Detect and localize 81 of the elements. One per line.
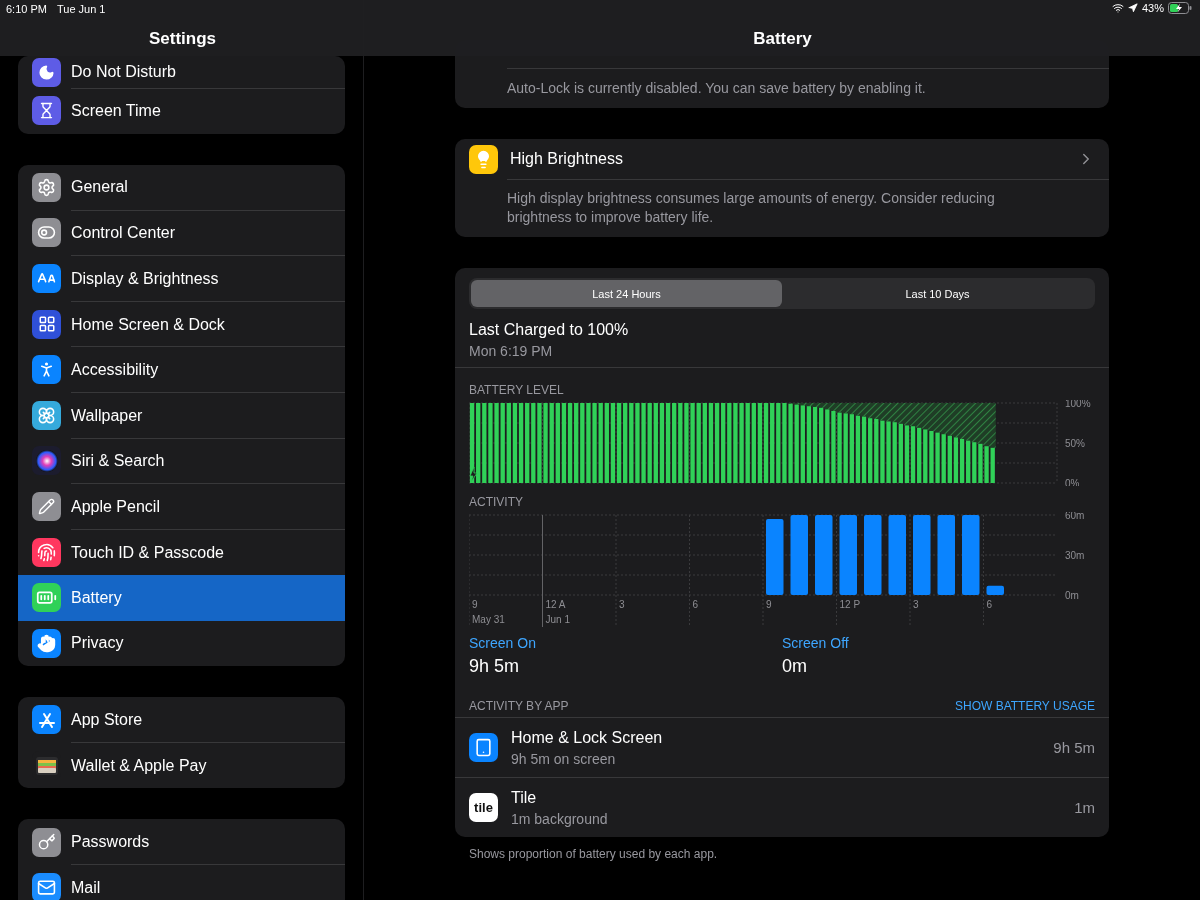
sidebar-item[interactable]: App Store	[18, 697, 345, 743]
last-charged-time: Mon 6:19 PM	[469, 342, 554, 361]
app-detail: 9h 5m on screen	[511, 749, 617, 769]
app-name: Tile	[511, 787, 538, 808]
last-charged-title: Last Charged to 100%	[469, 320, 630, 340]
strokes-icon	[32, 705, 61, 735]
insight-description: High display brightness consumes large amounts of energy. Consider reducing brightness to improve battery life.	[507, 179, 1109, 237]
sidebar-item[interactable]: Screen Time	[18, 88, 345, 134]
tick-label: 9	[472, 599, 478, 610]
insight-description: Auto-Lock is currently disabled. You can save battery by enabling it.	[507, 79, 927, 98]
sidebar-item[interactable]: Apple Pencil	[18, 483, 345, 530]
date-label: Jun 1	[545, 614, 570, 625]
status-date: Tue Jun 1	[56, 3, 106, 15]
chart-title: ACTIVITY	[469, 494, 524, 510]
app-usage: 1m	[1074, 799, 1095, 816]
sidebar-item[interactable]: Control Center	[18, 210, 345, 256]
hourglass-icon	[32, 96, 61, 126]
tick-label: 30m	[1065, 550, 1085, 561]
person-icon	[32, 355, 61, 385]
tablet-icon	[469, 733, 498, 762]
flower-icon	[32, 400, 61, 430]
hand-icon	[32, 628, 61, 658]
moon-icon	[32, 57, 61, 87]
grid-icon	[32, 309, 61, 339]
tick-label: 6	[692, 599, 699, 610]
battery-icon	[1168, 2, 1192, 14]
sidebar-item[interactable]: Battery	[18, 574, 345, 621]
pencil-icon	[32, 492, 61, 522]
sidebar-item[interactable]: Privacy	[18, 620, 345, 667]
total-value: 9h 5m	[469, 655, 521, 678]
tick-label: 12 P	[839, 599, 861, 610]
date-label: May 31	[472, 614, 505, 625]
sidebar-item[interactable]: Siri & Search	[18, 438, 345, 484]
wifi-icon	[1111, 2, 1124, 14]
gear-icon	[32, 172, 61, 202]
activity-bar	[986, 585, 1004, 595]
sidebar-item[interactable]: Home Screen & Dock	[18, 301, 345, 347]
range-tab[interactable]: Last 10 Days	[782, 280, 1093, 307]
total-label: Screen On	[469, 634, 537, 653]
show-usage-link[interactable]: SHOW BATTERY USAGE	[954, 699, 1095, 713]
tick-label: 9	[766, 599, 772, 610]
sidebar-item[interactable]: Display & Brightness	[18, 255, 345, 302]
app-usage: 9h 5m	[1053, 739, 1095, 756]
sidebar-item[interactable]: Wallet & Apple Pay	[18, 742, 345, 789]
fingerprint-icon	[32, 537, 61, 567]
sidebar-item[interactable]: General	[18, 164, 345, 211]
footer-note: Shows proportion of battery used by each app.	[468, 847, 719, 861]
tick-label: 12 A	[545, 599, 566, 610]
app-detail: 1m background	[511, 809, 609, 829]
sidebar-item[interactable]: Wallpaper	[18, 392, 345, 439]
text-size-icon	[32, 264, 61, 294]
lightbulb-icon	[469, 144, 498, 174]
section-heading: ACTIVITY BY APP	[469, 699, 569, 713]
tick-label: 6	[986, 599, 993, 610]
orb-icon	[32, 446, 61, 476]
tick-label: 3	[619, 599, 625, 610]
sidebar-item[interactable]: Accessibility	[18, 346, 345, 393]
status-time: 6:10 PM	[6, 3, 47, 15]
toggle-icon	[32, 218, 61, 248]
battery-percent: 43%	[1141, 2, 1164, 14]
tick-label: 50%	[1065, 438, 1085, 449]
key-icon	[32, 827, 61, 857]
sidebar-item[interactable]: Mail	[18, 864, 345, 900]
sidebar-item[interactable]: Do Not Disturb	[18, 56, 345, 88]
total-label: Screen Off	[782, 634, 850, 653]
range-tab[interactable]: Last 24 Hours	[471, 280, 782, 307]
tick-label: 0m	[1065, 590, 1079, 601]
location-icon	[1127, 3, 1138, 13]
tick-label: 60m	[1065, 512, 1085, 521]
sidebar-title: Settings	[148, 29, 217, 50]
tick-label: 3	[913, 599, 919, 610]
tile-logo: tile	[469, 793, 498, 822]
total-value: 0m	[782, 655, 808, 678]
page-title: Battery	[753, 29, 812, 50]
sidebar-item[interactable]: Passwords	[18, 819, 345, 865]
insight-title: High Brightness	[510, 150, 624, 168]
battery-icon	[32, 583, 61, 613]
app-name: Home & Lock Screen	[511, 727, 664, 748]
envelope-icon	[32, 873, 61, 900]
tick-label: 100%	[1065, 400, 1091, 409]
chart-title: BATTERY LEVEL	[469, 382, 565, 398]
